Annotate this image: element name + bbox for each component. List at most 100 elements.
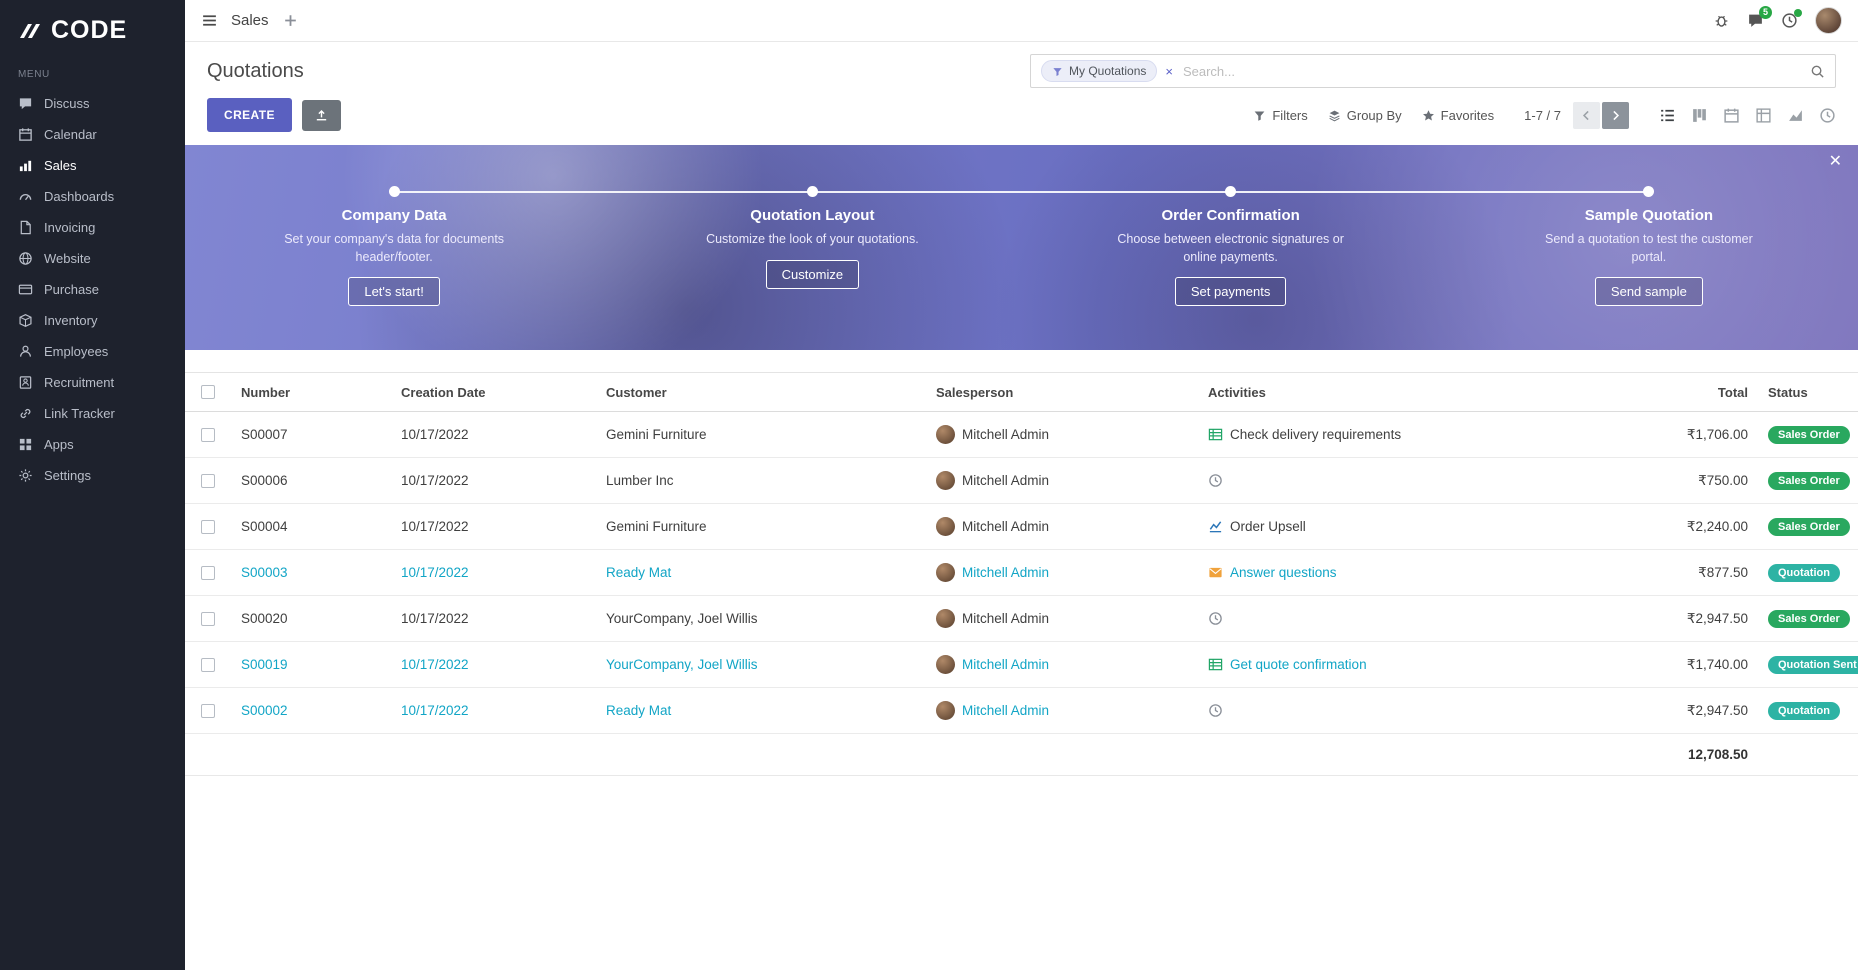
activity-cell[interactable]: Answer questions — [1208, 565, 1588, 580]
row-checkbox[interactable] — [201, 520, 215, 534]
customer-name: Ready Mat — [606, 703, 671, 718]
step-company-data: Company Data Set your company's data for… — [185, 145, 603, 350]
column-header-total[interactable]: Total — [1598, 385, 1758, 400]
favorites-button[interactable]: Favorites — [1422, 108, 1494, 123]
sidebar-item-invoicing[interactable]: Invoicing — [0, 212, 185, 243]
search-box[interactable]: My Quotations × — [1030, 54, 1836, 88]
favorites-label: Favorites — [1441, 108, 1494, 123]
table-row[interactable]: S00004 10/17/2022 Gemini Furniture Mitch… — [185, 504, 1858, 550]
list-check-icon — [1208, 427, 1223, 442]
chevron-left-icon — [1580, 109, 1593, 122]
activities-clock-icon[interactable] — [1781, 12, 1798, 29]
table-row[interactable]: S00020 10/17/2022 YourCompany, Joel Will… — [185, 596, 1858, 642]
table-row[interactable]: S00007 10/17/2022 Gemini Furniture Mitch… — [185, 412, 1858, 458]
activity-cell[interactable]: Get quote confirmation — [1208, 657, 1588, 672]
current-app-name[interactable]: Sales — [231, 12, 269, 29]
quotation-number[interactable]: S00004 — [241, 519, 288, 534]
step-title: Quotation Layout — [750, 207, 874, 224]
funnel-icon — [1253, 109, 1266, 122]
sidebar-item-recruitment[interactable]: Recruitment — [0, 367, 185, 398]
step-sample-quotation: Sample Quotation Send a quotation to tes… — [1440, 145, 1858, 350]
bug-icon[interactable] — [1713, 12, 1730, 29]
app-logo[interactable]: CODE — [0, 0, 185, 57]
onboarding-steps: Company Data Set your company's data for… — [185, 145, 1858, 350]
quotation-number[interactable]: S00006 — [241, 473, 288, 488]
column-header-creation-date[interactable]: Creation Date — [391, 385, 596, 400]
sidebar-item-link-tracker[interactable]: Link Tracker — [0, 398, 185, 429]
quotation-number[interactable]: S00019 — [241, 657, 288, 672]
filter-chip-my-quotations[interactable]: My Quotations — [1041, 60, 1157, 82]
list-view-icon[interactable] — [1659, 107, 1676, 124]
calendar-view-icon[interactable] — [1723, 107, 1740, 124]
list-check-icon — [1208, 657, 1223, 672]
activity-cell[interactable] — [1208, 703, 1588, 718]
upload-button[interactable] — [302, 100, 341, 131]
new-tab-plus-icon[interactable] — [282, 12, 299, 29]
column-header-status[interactable]: Status — [1758, 385, 1858, 400]
kanban-view-icon[interactable] — [1691, 107, 1708, 124]
hamburger-menu-icon[interactable] — [201, 12, 218, 29]
lets-start-button[interactable]: Let's start! — [348, 277, 440, 306]
column-header-salesperson[interactable]: Salesperson — [926, 385, 1198, 400]
sidebar-item-employees[interactable]: Employees — [0, 336, 185, 367]
table-row[interactable]: S00002 10/17/2022 Ready Mat Mitchell Adm… — [185, 688, 1858, 734]
sidebar-item-apps[interactable]: Apps — [0, 429, 185, 460]
row-checkbox[interactable] — [201, 658, 215, 672]
sidebar-item-calendar[interactable]: Calendar — [0, 119, 185, 150]
sidebar-item-sales[interactable]: Sales — [0, 150, 185, 181]
table-row[interactable]: S00003 10/17/2022 Ready Mat Mitchell Adm… — [185, 550, 1858, 596]
table-row[interactable]: S00019 10/17/2022 YourCompany, Joel Will… — [185, 642, 1858, 688]
pager-prev-button[interactable] — [1573, 102, 1600, 129]
messages-icon[interactable]: 5 — [1747, 12, 1764, 29]
salesperson-avatar — [936, 655, 955, 674]
quotation-number[interactable]: S00007 — [241, 427, 288, 442]
select-all-checkbox[interactable] — [201, 385, 215, 399]
salesperson-name: Mitchell Admin — [962, 611, 1049, 626]
step-dot — [1643, 186, 1654, 197]
user-avatar[interactable] — [1815, 7, 1842, 34]
group-by-button[interactable]: Group By — [1328, 108, 1402, 123]
logo-text: CODE — [51, 16, 127, 45]
sidebar-item-website[interactable]: Website — [0, 243, 185, 274]
send-sample-button[interactable]: Send sample — [1595, 277, 1703, 306]
row-checkbox[interactable] — [201, 428, 215, 442]
row-checkbox[interactable] — [201, 566, 215, 580]
filters-button[interactable]: Filters — [1253, 108, 1307, 123]
row-checkbox[interactable] — [201, 612, 215, 626]
row-checkbox[interactable] — [201, 704, 215, 718]
customer-name: Ready Mat — [606, 565, 671, 580]
quotation-number[interactable]: S00020 — [241, 611, 288, 626]
credit-card-icon — [18, 282, 33, 297]
table-row[interactable]: S00006 10/17/2022 Lumber Inc Mitchell Ad… — [185, 458, 1858, 504]
pager-next-button[interactable] — [1602, 102, 1629, 129]
activity-cell[interactable]: Order Upsell — [1208, 519, 1588, 534]
column-header-activities[interactable]: Activities — [1198, 385, 1598, 400]
graph-view-icon[interactable] — [1787, 107, 1804, 124]
activity-cell[interactable]: Check delivery requirements — [1208, 427, 1588, 442]
create-button[interactable]: CREATE — [207, 98, 292, 132]
customize-button[interactable]: Customize — [766, 260, 859, 289]
remove-filter-icon[interactable]: × — [1165, 64, 1173, 79]
search-icon[interactable] — [1810, 64, 1825, 79]
customer-name: Gemini Furniture — [606, 427, 707, 442]
quotation-number[interactable]: S00003 — [241, 565, 288, 580]
activity-cell[interactable] — [1208, 473, 1588, 488]
sidebar-item-inventory[interactable]: Inventory — [0, 305, 185, 336]
search-input[interactable] — [1181, 63, 1802, 80]
column-header-customer[interactable]: Customer — [596, 385, 926, 400]
row-checkbox[interactable] — [201, 474, 215, 488]
step-title: Sample Quotation — [1585, 207, 1713, 224]
activity-view-icon[interactable] — [1819, 107, 1836, 124]
sidebar-item-dashboards[interactable]: Dashboards — [0, 181, 185, 212]
pivot-view-icon[interactable] — [1755, 107, 1772, 124]
customer-name: YourCompany, Joel Willis — [606, 611, 758, 626]
column-header-number[interactable]: Number — [231, 385, 391, 400]
order-total: ₹750.00 — [1698, 473, 1748, 488]
sidebar-item-settings[interactable]: Settings — [0, 460, 185, 491]
quotation-number[interactable]: S00002 — [241, 703, 288, 718]
sidebar-item-purchase[interactable]: Purchase — [0, 274, 185, 305]
sidebar-item-discuss[interactable]: Discuss — [0, 88, 185, 119]
set-payments-button[interactable]: Set payments — [1175, 277, 1287, 306]
star-icon — [1422, 109, 1435, 122]
activity-cell[interactable] — [1208, 611, 1588, 626]
